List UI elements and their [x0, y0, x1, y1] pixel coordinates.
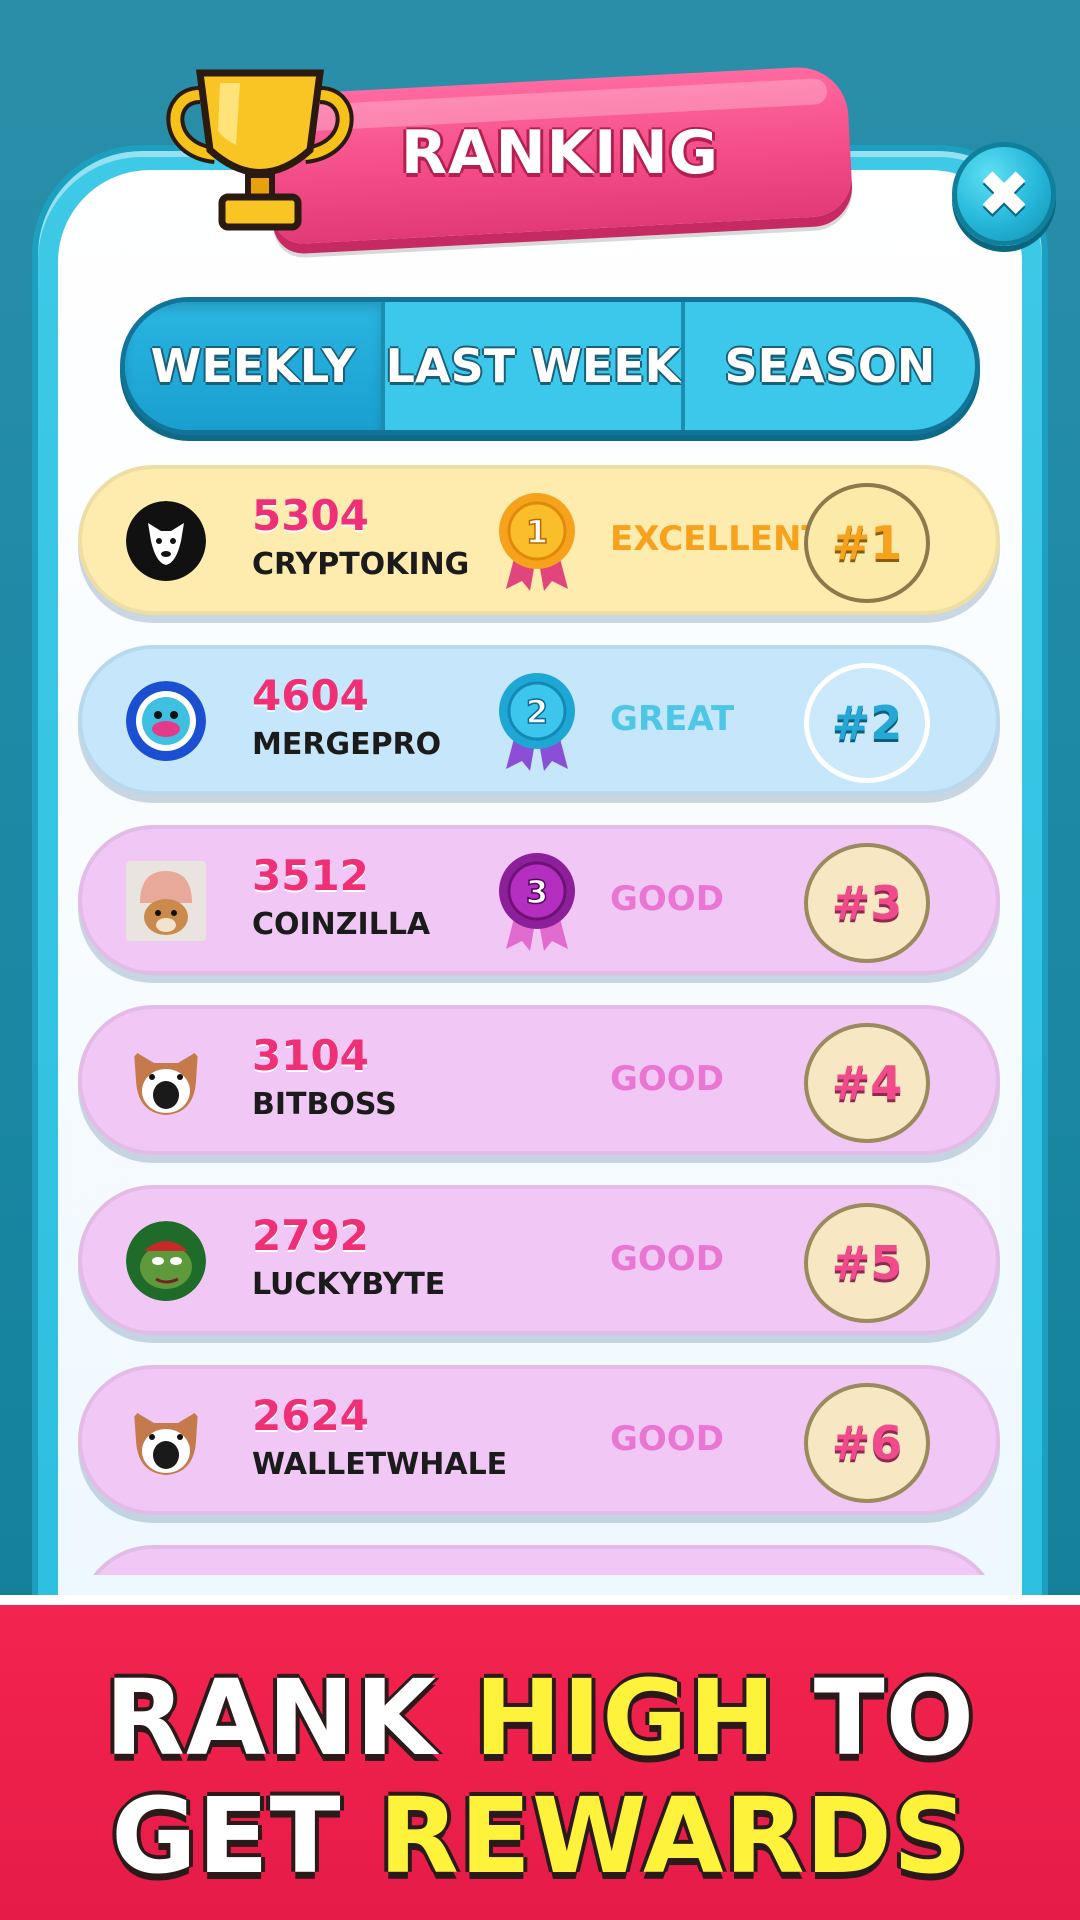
gold-medal-icon: 1 — [499, 493, 575, 591]
banner-line-1: RANK HIGH TO — [104, 1657, 976, 1779]
tab-season[interactable]: SEASON — [685, 302, 975, 430]
promo-banner: RANK HIGH TO GET REWARDS — [0, 1595, 1080, 1920]
ranking-row[interactable]: 2792 LUCKYBYTE GOOD #5 — [78, 1185, 1000, 1335]
avatar — [126, 681, 206, 761]
trophy-icon — [166, 69, 354, 231]
ranking-row[interactable]: 3512 COINZILLA 3 GOOD #3 — [78, 825, 1000, 975]
rank-badge: #6 — [804, 1383, 930, 1503]
period-tabs: WEEKLY LAST WEEK SEASON — [120, 297, 980, 435]
avatar — [134, 1411, 198, 1475]
player-name: WALLETWHALE — [252, 1447, 508, 1482]
score: 5304 — [252, 491, 369, 540]
svg-text:3: 3 — [526, 873, 548, 911]
score: 2624 — [252, 1391, 369, 1440]
ranking-row[interactable]: 5304 CRYPTOKING 1 EXCELLENT #1 — [78, 465, 1000, 615]
score: 4604 — [252, 671, 369, 720]
player-name: CRYPTOKING — [252, 547, 470, 582]
score: 3512 — [252, 851, 369, 900]
player-name: LUCKYBYTE — [252, 1267, 446, 1302]
ranking-row[interactable] — [78, 1545, 1000, 1575]
player-name: COINZILLA — [252, 907, 431, 942]
rank-badge: #1 — [804, 483, 930, 603]
grade-label: GOOD — [610, 1059, 724, 1099]
tab-last-week[interactable]: LAST WEEK — [385, 302, 685, 430]
rank-badge: #5 — [804, 1203, 930, 1323]
rank-badge: #4 — [804, 1023, 930, 1143]
close-button[interactable]: ✖ — [952, 142, 1056, 246]
tab-weekly[interactable]: WEEKLY — [125, 302, 385, 430]
rank-badge: #3 — [804, 843, 930, 963]
svg-text:1: 1 — [526, 513, 548, 551]
player-name: BITBOSS — [252, 1087, 397, 1122]
grade-label: GREAT — [610, 699, 735, 739]
silver-medal-icon: 2 — [499, 673, 575, 771]
grade-label: GOOD — [610, 1419, 724, 1459]
ranking-list[interactable]: 5304 CRYPTOKING 1 EXCELLENT #1 4604 MERG… — [78, 465, 1000, 1575]
grade-label: GOOD — [610, 1239, 724, 1279]
ranking-row[interactable]: 2624 WALLETWHALE GOOD #6 — [78, 1365, 1000, 1515]
close-icon: ✖ — [977, 158, 1031, 232]
ranking-row[interactable]: 4604 MERGEPRO 2 GREAT #2 — [78, 645, 1000, 795]
banner-line-2: GET REWARDS — [111, 1775, 969, 1897]
avatar — [126, 861, 206, 941]
avatar — [126, 1221, 206, 1301]
score: 3104 — [252, 1031, 369, 1080]
avatar — [134, 1051, 198, 1115]
svg-text:2: 2 — [526, 693, 548, 731]
ranking-row[interactable]: 3104 BITBOSS GOOD #4 — [78, 1005, 1000, 1155]
score: 2792 — [252, 1211, 369, 1260]
bronze-medal-icon: 3 — [499, 853, 575, 951]
grade-label: EXCELLENT — [610, 519, 825, 559]
rank-badge: #2 — [804, 663, 930, 783]
avatar — [126, 501, 206, 581]
grade-label: GOOD — [610, 879, 724, 919]
player-name: MERGEPRO — [252, 727, 442, 762]
